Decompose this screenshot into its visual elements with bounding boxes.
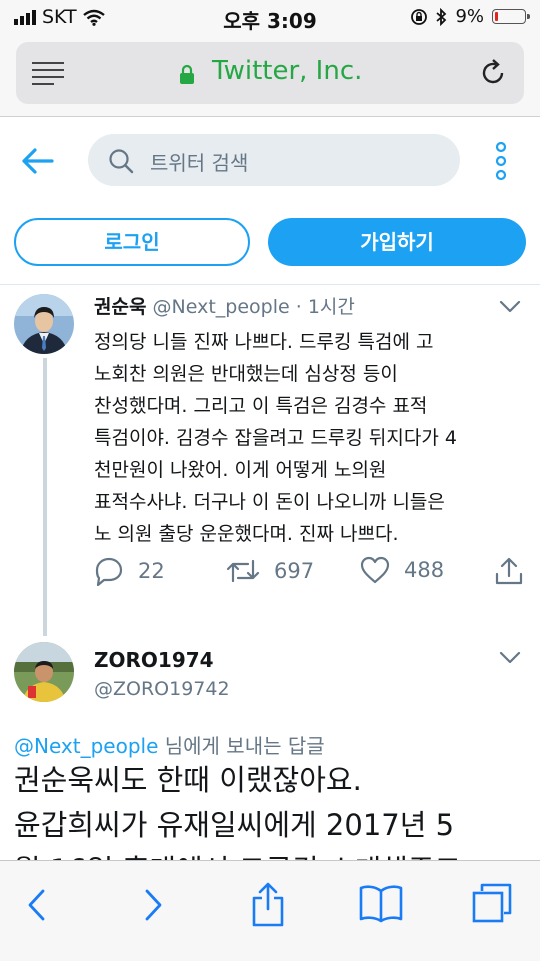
tweet-line: 정의당 니들 진짜 나쁘다. 드루킹 특검에 고 <box>94 331 434 353</box>
search-placeholder: 트위터 검색 <box>150 151 249 175</box>
share-icon[interactable] <box>494 556 524 586</box>
tweet-line: 윤갑희씨가 유재일씨에게 2017년 5 <box>14 808 455 842</box>
reply-button[interactable]: 22 <box>94 556 165 586</box>
login-button[interactable]: 로그인 <box>14 218 250 266</box>
avatar-image <box>14 294 74 354</box>
tabs-icon[interactable] <box>470 881 514 925</box>
tweet-line: 천만원이 나왔어. 이게 어떻게 노의원 <box>94 459 387 481</box>
retweet-count: 697 <box>274 559 315 583</box>
heart-icon <box>360 556 390 584</box>
reply-context: @Next_people 님에게 보내는 답글 <box>14 730 325 759</box>
like-button[interactable]: 488 <box>360 556 444 584</box>
url-text[interactable]: Twitter, Inc. <box>212 56 362 86</box>
carrier-label: SKT <box>42 6 77 28</box>
retweet-icon <box>226 559 260 583</box>
more-options-icon[interactable] <box>493 140 509 182</box>
forward-icon[interactable] <box>140 887 166 923</box>
signup-button[interactable]: 가입하기 <box>268 218 526 266</box>
menu-icon[interactable] <box>32 62 64 85</box>
chevron-down-icon[interactable] <box>499 300 521 314</box>
chevron-down-icon[interactable] <box>499 651 521 665</box>
tweet-line: 노회찬 의원은 반대했는데 심상정 등이 <box>94 363 398 385</box>
browser-bar: Twitter, Inc. <box>0 36 540 117</box>
lock-icon <box>180 64 194 84</box>
tweet-line: 찬성했다며. 그리고 이 특검은 김경수 표적 <box>94 395 428 417</box>
avatar-image <box>14 642 74 702</box>
orientation-lock-icon <box>411 8 428 25</box>
divider <box>0 284 540 285</box>
tweet-line: 권순욱씨도 한때 이랬잖아요. <box>14 763 362 797</box>
reply-icon <box>95 557 123 586</box>
back-arrow-icon[interactable] <box>18 142 56 180</box>
back-icon[interactable] <box>24 887 50 923</box>
share-icon[interactable] <box>250 881 286 927</box>
tweet-line: 표적수사냐. 더구나 이 돈이 나오니까 니들은 <box>94 491 445 513</box>
bookmarks-icon[interactable] <box>358 883 404 923</box>
battery-icon <box>492 9 530 24</box>
carrier-info: SKT <box>14 6 105 28</box>
reply-context-suffix: 님에게 보내는 답글 <box>158 734 325 758</box>
status-right: 9% <box>410 6 530 27</box>
tweet-time[interactable]: 1시간 <box>308 296 355 318</box>
reply-count: 22 <box>138 559 165 583</box>
avatar[interactable] <box>14 642 74 702</box>
tweet-line: 특검이야. 김경수 잡을려고 드루킹 뒤지다가 4 <box>94 427 457 449</box>
status-bar: SKT 오후 3:09 9% <box>0 0 540 36</box>
signal-icon <box>14 9 36 25</box>
search-box[interactable]: 트위터 검색 <box>88 134 460 186</box>
tweet-text: 정의당 니들 진짜 나쁘다. 드루킹 특검에 고 노회찬 의원은 반대했는데 심… <box>94 326 514 550</box>
retweet-button[interactable]: 697 <box>226 556 314 586</box>
search-icon <box>109 149 134 174</box>
wifi-icon <box>82 9 105 26</box>
author-name[interactable]: 권순욱 <box>94 296 146 318</box>
author-handle[interactable]: @Next_people <box>153 296 290 318</box>
meta-separator: · <box>295 296 302 318</box>
bluetooth-icon <box>436 7 447 26</box>
reload-icon[interactable] <box>476 56 510 90</box>
tweet-header: 권순욱 @Next_people · 1시간 <box>94 292 355 319</box>
tweet-line: 노 의원 출당 운운했다며. 진짜 나쁘다. <box>94 523 399 545</box>
thread-line <box>43 358 47 636</box>
tweet-actions: 22 697 488 <box>94 556 534 590</box>
mention-link[interactable]: @Next_people <box>14 734 158 758</box>
address-bar[interactable]: Twitter, Inc. <box>16 42 524 104</box>
like-count: 488 <box>404 558 445 582</box>
battery-percent: 9% <box>455 6 484 27</box>
author-handle[interactable]: @ZORO19742 <box>94 678 230 700</box>
author-name[interactable]: ZORO1974 <box>94 648 214 672</box>
browser-toolbar <box>0 860 540 961</box>
avatar[interactable] <box>14 294 74 354</box>
